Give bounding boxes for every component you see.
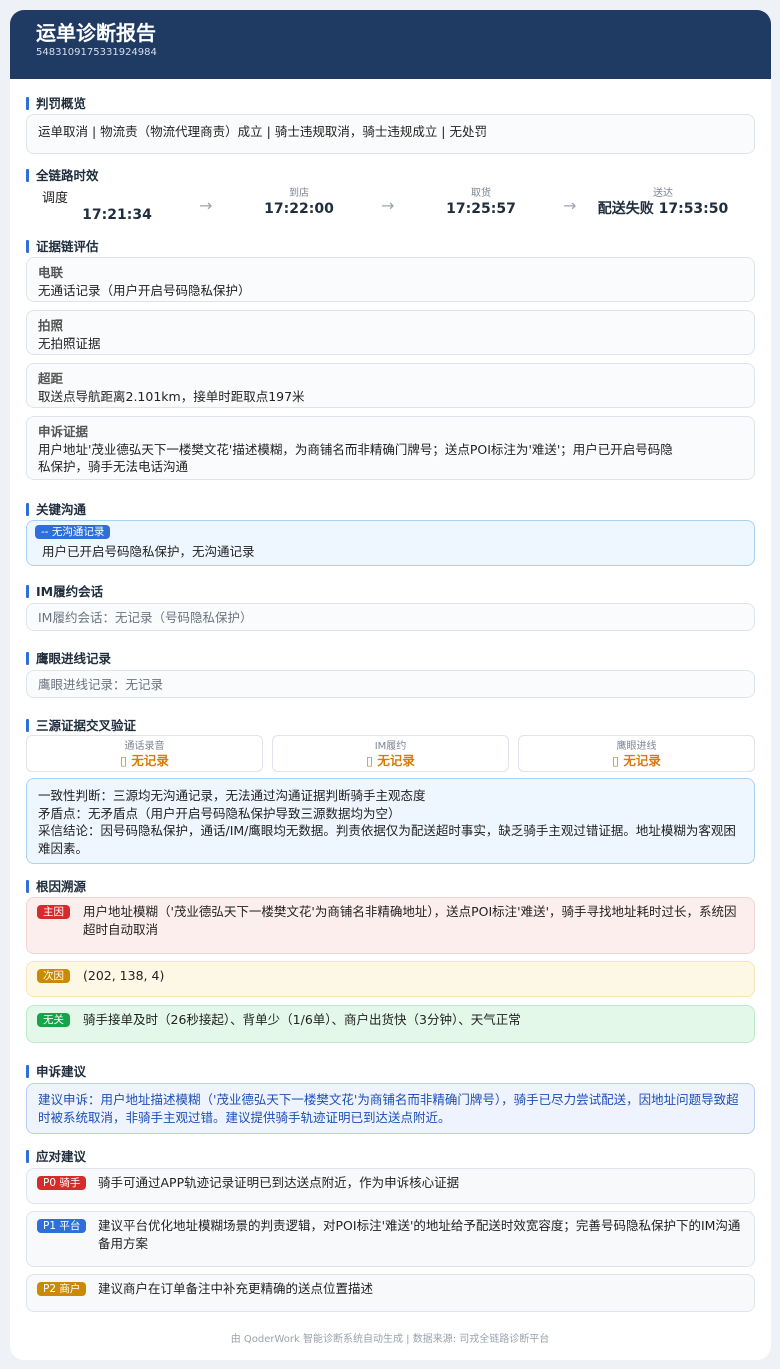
timeline-step-deliver: 送达 配送失败 17:53:50 (582, 187, 744, 218)
root-primary: 主因 用户地址模糊（'茂业德弘天下一楼樊文花'为商铺名非精确地址），送点POI标… (26, 897, 755, 954)
evidence-title: 拍照 (38, 318, 64, 333)
section-im: IM履约会话 (26, 584, 103, 600)
evidence-title: 申诉证据 (38, 424, 89, 439)
appeal-suggestion: 建议申诉：用户地址描述模糊（'茂业德弘天下一楼樊文花'为商铺名而非精确门牌号），… (26, 1083, 755, 1134)
penalty-summary: 运单取消 | 物流责（物流代理商责）成立 | 骑士违规取消，骑士违规成立 | 无… (26, 114, 755, 154)
primary-badge: 主因 (37, 905, 70, 919)
source-value: ▯ 无记录 (120, 753, 169, 768)
evidence-title: 超距 (38, 371, 64, 386)
root-secondary: 次因 (202, 138, 4) (26, 961, 755, 997)
im-record: IM履约会话：无记录（号码隐私保护） (26, 603, 755, 631)
evidence-text: 用户地址'茂业德弘天下一楼樊文花'描述模糊，为商铺名而非精确门牌号；送点POI标… (38, 442, 673, 474)
source-label: 通话录音 (124, 741, 165, 752)
step-time: 配送失败 17:53:50 (597, 201, 729, 217)
report-header: 运单诊断报告 5483109175331924984 (10, 10, 771, 79)
action-text: 建议商户在订单备注中补充更精确的送点位置描述 (98, 1281, 374, 1296)
arrow-icon: → (381, 196, 395, 215)
action-p0: P0 骑手 骑手可通过APP轨迹记录证明已到达送点附近，作为申诉核心证据 (26, 1168, 755, 1204)
section-timeline: 全链路时效 (26, 168, 99, 184)
step-time: 17:25:57 (446, 201, 516, 217)
source-label: 鹰眼进线 (616, 741, 657, 752)
source-eagle: 鹰眼进线 ▯ 无记录 (518, 735, 755, 772)
step-label: 送达 (653, 188, 673, 199)
timeline-step-arrive: 到店 17:22:00 (224, 187, 374, 218)
evidence-appeal: 申诉证据 用户地址'茂业德弘天下一楼樊文花'描述模糊，为商铺名而非精确门牌号；送… (26, 416, 755, 480)
conclusion-text: 采信结论：因号码隐私保护，通话/IM/鹰眼均无数据。判责依据仅为配送超时事实，缺… (38, 823, 736, 856)
verification-summary: 一致性判断：三源均无沟通记录，无法通过沟通证据判断骑手主观态度 矛盾点：无矛盾点… (26, 778, 755, 864)
waybill-id: 5483109175331924984 (36, 47, 157, 58)
conflict-text: 矛盾点：无矛盾点（用户开启号码隐私保护导致三源数据均为空） (38, 805, 401, 821)
source-label: IM履约 (374, 741, 407, 752)
section-comm: 关键沟通 (26, 502, 86, 518)
timeline-step-dispatch: 调度 17:21:34 (42, 187, 192, 224)
step-label: 调度 (42, 191, 69, 206)
timeline-step-pickup: 取货 17:25:57 (406, 187, 556, 218)
no-comm-badge: -- 无沟通记录 (35, 525, 111, 539)
p1-badge: P1 平台 (37, 1219, 87, 1233)
eagle-record: 鹰眼进线记录：无记录 (26, 670, 755, 698)
action-text: 建议平台优化地址模糊场景的判责逻辑，对POI标注'难送'的地址给予配送时效宽容度… (98, 1218, 741, 1251)
step-label: 取货 (471, 188, 491, 199)
evidence-text: 无通话记录（用户开启号码隐私保护） (38, 283, 251, 298)
root-text: 用户地址模糊（'茂业德弘天下一楼樊文花'为商铺名非精确地址），送点POI标注'难… (83, 904, 737, 937)
source-value: ▯ 无记录 (612, 753, 661, 768)
action-p1: P1 平台 建议平台优化地址模糊场景的判责逻辑，对POI标注'难送'的地址给予配… (26, 1211, 755, 1267)
evidence-text: 无拍照证据 (38, 336, 101, 351)
step-label: 到店 (289, 188, 309, 199)
step-time: 17:21:34 (82, 207, 152, 223)
unrelated-badge: 无关 (37, 1013, 70, 1027)
comm-text: 用户已开启号码隐私保护，无沟通记录 (42, 544, 255, 559)
p2-badge: P2 商户 (37, 1282, 87, 1296)
evidence-distance: 超距 取送点导航距离2.101km，接单时距取点197米 (26, 363, 755, 408)
arrow-icon: → (563, 196, 577, 215)
section-eagle: 鹰眼进线记录 (26, 651, 111, 667)
page-title: 运单诊断报告 (36, 21, 156, 45)
evidence-photo: 拍照 无拍照证据 (26, 310, 755, 355)
evidence-text: 取送点导航距离2.101km，接单时距取点197米 (38, 389, 305, 404)
section-appeal: 申诉建议 (26, 1064, 86, 1080)
section-evidence: 证据链评估 (26, 239, 99, 255)
secondary-badge: 次因 (37, 969, 70, 983)
section-actions: 应对建议 (26, 1149, 86, 1165)
evidence-title: 电联 (38, 265, 64, 280)
root-text: 骑手接单及时（26秒接起）、背单少（1/6单）、商户出货快（3分钟）、天气正常 (83, 1012, 521, 1027)
p0-badge: P0 骑手 (37, 1176, 87, 1190)
footer-note: 由 QoderWork 智能诊断系统自动生成 | 数据来源: 司戎全链路诊断平台 (230, 1334, 550, 1345)
source-call-recording: 通话录音 ▯ 无记录 (26, 735, 263, 772)
root-text: (202, 138, 4) (83, 968, 165, 983)
section-triple: 三源证据交叉验证 (26, 718, 136, 734)
section-root: 根因溯源 (26, 879, 86, 895)
source-value: ▯ 无记录 (366, 753, 415, 768)
step-time: 17:22:00 (264, 201, 334, 217)
comm-card: -- 无沟通记录 用户已开启号码隐私保护，无沟通记录 (26, 520, 755, 566)
root-unrelated: 无关 骑手接单及时（26秒接起）、背单少（1/6单）、商户出货快（3分钟）、天气… (26, 1005, 755, 1043)
source-im: IM履约 ▯ 无记录 (272, 735, 509, 772)
consistency-text: 一致性判断：三源均无沟通记录，无法通过沟通证据判断骑手主观态度 (38, 788, 426, 803)
evidence-call: 电联 无通话记录（用户开启号码隐私保护） (26, 257, 755, 302)
section-penalty: 判罚概览 (26, 96, 86, 112)
action-text: 骑手可通过APP轨迹记录证明已到达送点附近，作为申诉核心证据 (98, 1175, 460, 1190)
action-p2: P2 商户 建议商户在订单备注中补充更精确的送点位置描述 (26, 1274, 755, 1312)
arrow-icon: → (199, 196, 213, 215)
